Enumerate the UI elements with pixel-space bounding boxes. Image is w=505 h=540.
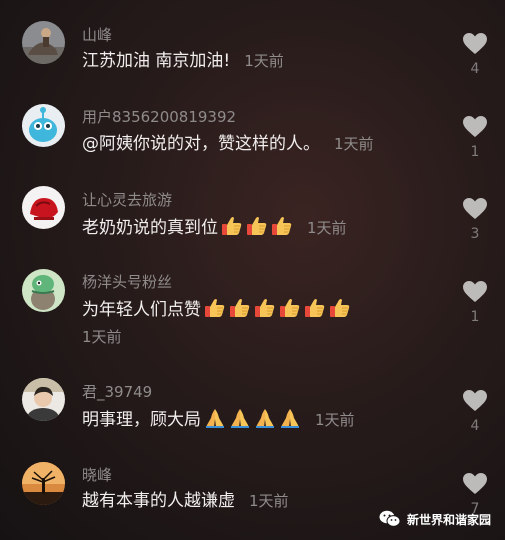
- like-count: 4: [470, 61, 480, 77]
- like-button[interactable]: 3: [457, 197, 493, 242]
- thumbs-up-emoji: [204, 297, 226, 319]
- heart-icon: [463, 390, 487, 411]
- like-count: 1: [470, 144, 480, 160]
- heart-icon: [463, 473, 487, 494]
- thumbs-up-emoji: [279, 297, 301, 319]
- comment-body: 明事理，顾大局 1天前: [82, 407, 355, 431]
- heart-icon: [463, 116, 487, 137]
- heart-icon: [463, 198, 487, 219]
- thumbs-up-emoji: [254, 297, 276, 319]
- emoji-group: [201, 407, 301, 430]
- comment-time: 1天前: [244, 52, 284, 70]
- comment-time: 1天前: [307, 219, 347, 237]
- comment-time: 1天前: [334, 135, 374, 153]
- comment-text: 越有本事的人越谦虚: [82, 491, 235, 511]
- comment-username[interactable]: 君_39749: [82, 381, 152, 402]
- comment-body: 江苏加油 南京加油! 1天前: [82, 50, 284, 72]
- emoji-group: [218, 215, 293, 238]
- comment-text: 明事理，顾大局: [82, 410, 201, 430]
- heart-icon: [463, 281, 487, 302]
- comment-username[interactable]: 杨洋头号粉丝: [82, 271, 172, 292]
- like-button[interactable]: 1: [457, 280, 493, 325]
- thumbs-up-emoji: [229, 297, 251, 319]
- comment-time: 1天前: [315, 411, 355, 429]
- like-button[interactable]: 4: [457, 32, 493, 77]
- avatar[interactable]: [22, 269, 65, 312]
- like-count: 4: [470, 418, 480, 434]
- comment-username[interactable]: 用户8356200819392: [82, 106, 236, 127]
- avatar[interactable]: [22, 186, 65, 229]
- comment-text: 为年轻人们点赞: [82, 300, 201, 320]
- avatar[interactable]: [22, 21, 65, 64]
- comment-time: 1天前: [249, 492, 289, 510]
- like-button[interactable]: 1: [457, 115, 493, 160]
- folded-hands-emoji: [254, 407, 276, 429]
- folded-hands-emoji: [279, 407, 301, 429]
- comment-time: 1天前: [82, 328, 122, 346]
- comment-text: @阿姨你说的对，赞这样的人。: [82, 134, 320, 154]
- comment-body: @阿姨你说的对，赞这样的人。 1天前: [82, 133, 374, 155]
- thumbs-up-emoji: [221, 215, 243, 237]
- like-count: 1: [470, 309, 480, 325]
- comment-body: 为年轻人们点赞: [82, 297, 351, 321]
- comment-body: 越有本事的人越谦虚 1天前: [82, 490, 289, 512]
- avatar[interactable]: [22, 378, 65, 421]
- comment-username[interactable]: 山峰: [82, 24, 112, 45]
- comment-text: 江苏加油 南京加油!: [82, 51, 231, 71]
- thumbs-up-emoji: [271, 215, 293, 237]
- watermark: 新世界和谐家园: [379, 510, 491, 528]
- watermark-text: 新世界和谐家园: [406, 512, 491, 527]
- comment-body: 老奶奶说的真到位 1天前: [82, 215, 347, 239]
- heart-icon: [463, 33, 487, 54]
- avatar[interactable]: [22, 104, 65, 147]
- folded-hands-emoji: [204, 407, 226, 429]
- avatar[interactable]: [22, 462, 65, 505]
- emoji-group: [201, 297, 351, 320]
- comment-text: 老奶奶说的真到位: [82, 218, 218, 238]
- like-button[interactable]: 4: [457, 389, 493, 434]
- thumbs-up-emoji: [304, 297, 326, 319]
- like-count: 3: [470, 226, 480, 242]
- folded-hands-emoji: [229, 407, 251, 429]
- comment-username[interactable]: 晓峰: [82, 464, 112, 485]
- thumbs-up-emoji: [246, 215, 268, 237]
- thumbs-up-emoji: [329, 297, 351, 319]
- comment-username[interactable]: 让心灵去旅游: [82, 189, 172, 210]
- wechat-icon: [379, 510, 401, 527]
